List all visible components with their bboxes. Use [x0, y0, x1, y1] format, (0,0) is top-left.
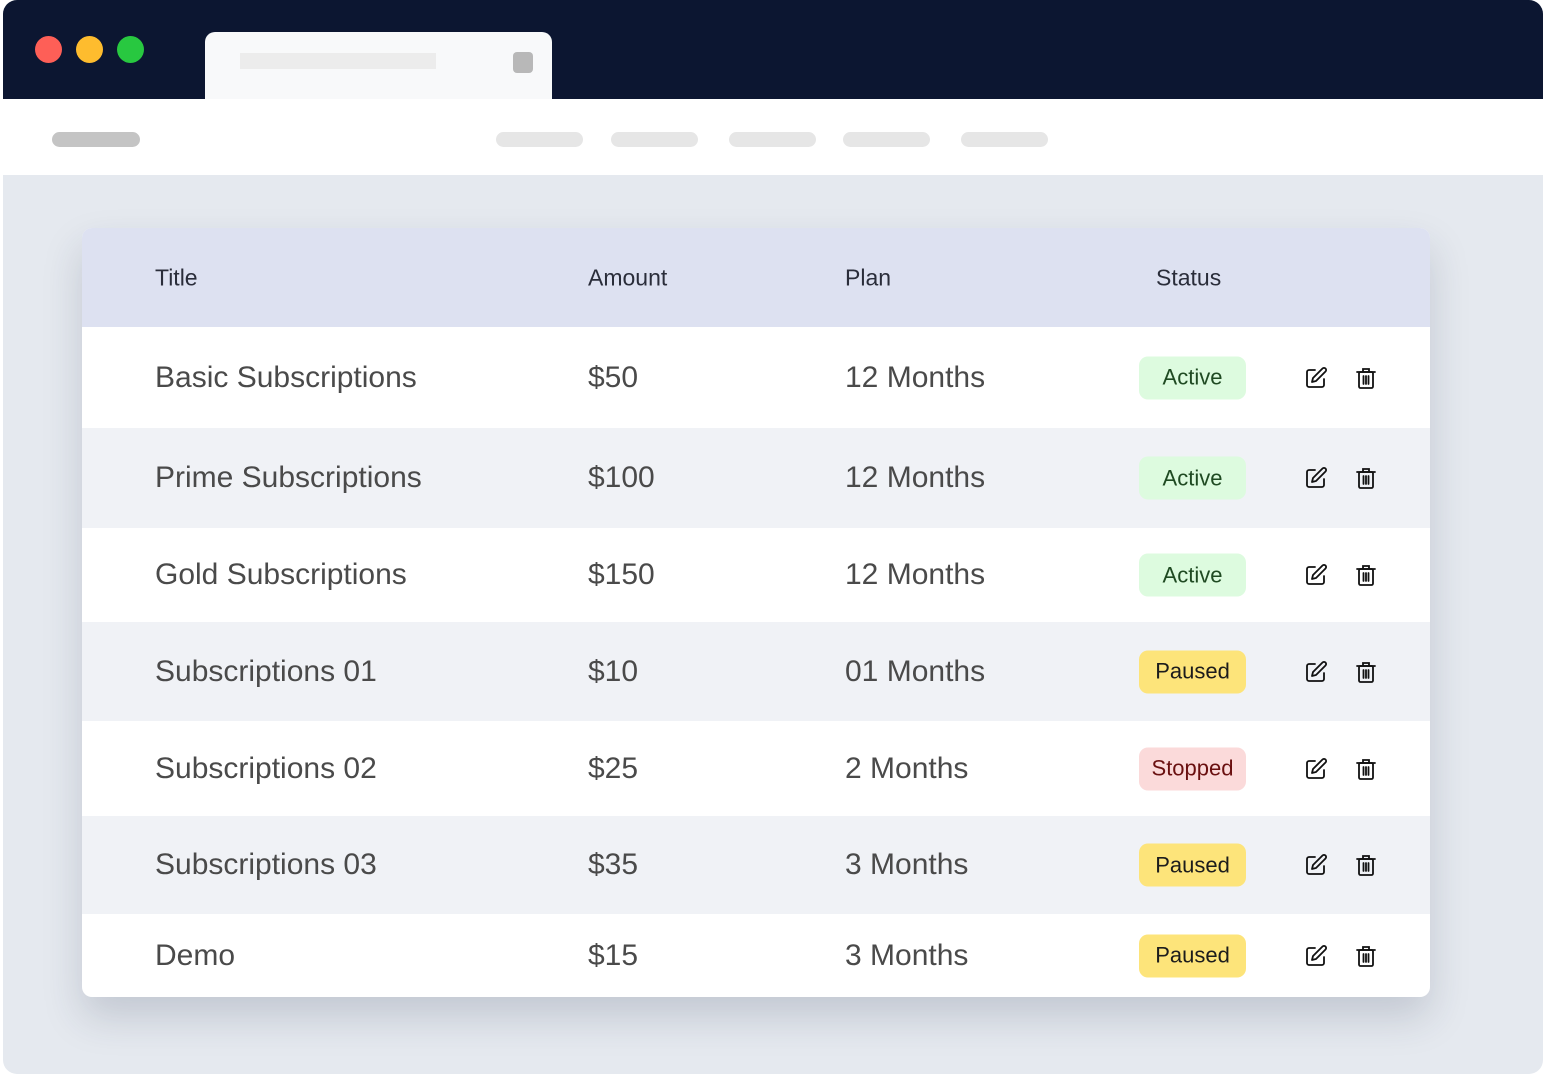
header-amount: Amount [588, 264, 668, 290]
trash-icon[interactable] [1354, 853, 1378, 877]
nav-item-placeholder[interactable] [961, 132, 1048, 147]
trash-icon[interactable] [1354, 944, 1378, 968]
table-row: Subscriptions 03 $35 3 Months Paused [82, 816, 1430, 914]
trash-icon[interactable] [1354, 757, 1378, 781]
row-plan: 3 Months [845, 848, 969, 881]
row-title: Subscriptions 01 [155, 654, 377, 688]
row-title: Gold Subscriptions [155, 558, 407, 591]
row-amount: $100 [588, 461, 655, 494]
minimize-window-button[interactable] [76, 36, 103, 63]
maximize-window-button[interactable] [117, 36, 144, 63]
nav-item-placeholder[interactable] [843, 132, 930, 147]
tab-title-placeholder [240, 53, 436, 69]
status-badge: Active [1139, 356, 1246, 399]
row-amount: $35 [588, 848, 639, 881]
logo-placeholder [52, 132, 140, 147]
row-amount: $15 [588, 938, 639, 972]
status-badge: Active [1139, 456, 1246, 500]
header-title: Title [155, 264, 198, 290]
status-badge: Active [1139, 553, 1246, 597]
row-plan: 12 Months [845, 461, 986, 494]
row-plan: 3 Months [845, 938, 969, 972]
nav-item-placeholder[interactable] [729, 132, 816, 147]
row-plan: 2 Months [845, 751, 969, 785]
edit-icon[interactable] [1304, 563, 1328, 587]
edit-icon[interactable] [1304, 757, 1328, 781]
edit-icon[interactable] [1304, 944, 1328, 968]
subscriptions-table: Title Amount Plan Status Basic Subscript… [82, 228, 1430, 997]
browser-window: Title Amount Plan Status Basic Subscript… [3, 0, 1543, 1074]
table-row: Demo $15 3 Months Paused [82, 914, 1430, 997]
table-row: Subscriptions 01 $10 01 Months Paused [82, 622, 1430, 721]
trash-icon[interactable] [1354, 563, 1378, 587]
row-plan: 12 Months [845, 360, 986, 394]
status-badge: Paused [1139, 934, 1246, 977]
row-amount: $10 [588, 654, 639, 688]
nav-item-placeholder[interactable] [611, 132, 698, 147]
row-plan: 12 Months [845, 558, 986, 591]
edit-icon[interactable] [1304, 853, 1328, 877]
table-row: Subscriptions 02 $25 2 Months Stopped [82, 721, 1430, 816]
edit-icon[interactable] [1304, 660, 1328, 684]
tab-close-icon[interactable] [513, 52, 533, 73]
header-status: Status [1156, 264, 1222, 290]
status-badge: Stopped [1139, 747, 1246, 790]
row-amount: $50 [588, 360, 639, 394]
browser-tab[interactable] [205, 32, 552, 102]
table-row: Basic Subscriptions $50 12 Months Active [82, 327, 1430, 428]
row-plan: 01 Months [845, 654, 986, 688]
row-title: Subscriptions 03 [155, 848, 377, 881]
row-title: Subscriptions 02 [155, 751, 377, 785]
trash-icon[interactable] [1354, 660, 1378, 684]
row-amount: $25 [588, 751, 639, 785]
table-row: Prime Subscriptions $100 12 Months Activ… [82, 428, 1430, 528]
row-amount: $150 [588, 558, 655, 591]
trash-icon[interactable] [1354, 466, 1378, 490]
row-title: Basic Subscriptions [155, 360, 417, 394]
status-badge: Paused [1139, 650, 1246, 693]
table-header: Title Amount Plan Status [82, 228, 1430, 327]
close-window-button[interactable] [35, 36, 62, 63]
status-badge: Paused [1139, 843, 1246, 887]
table-row: Gold Subscriptions $150 12 Months Active [82, 528, 1430, 622]
edit-icon[interactable] [1304, 466, 1328, 490]
title-bar [3, 0, 1543, 102]
navbar [3, 99, 1543, 175]
row-title: Demo [155, 938, 236, 972]
row-title: Prime Subscriptions [155, 461, 422, 494]
nav-item-placeholder[interactable] [496, 132, 583, 147]
trash-icon[interactable] [1354, 366, 1378, 390]
header-plan: Plan [845, 264, 892, 290]
edit-icon[interactable] [1304, 366, 1328, 390]
